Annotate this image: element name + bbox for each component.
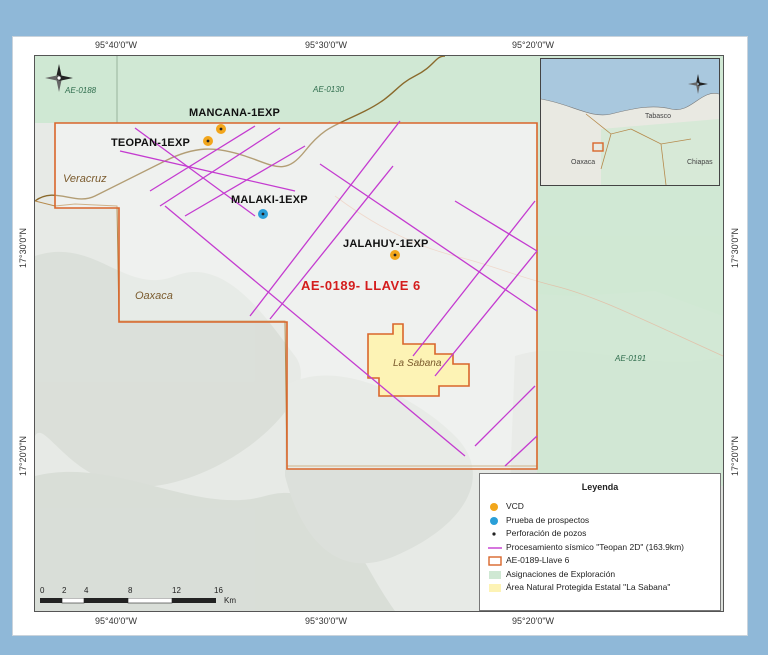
inset-label-oaxaca: Oaxaca [571,159,596,166]
tick-right-1: 17°30'0"N [730,227,740,268]
state-label-veracruz: Veracruz [63,173,107,185]
asignacion-label-ae0130: AE-0130 [313,85,345,94]
map-legend: Leyenda VCD Prueba de prospectos Perfora… [479,473,721,611]
scale-unit: Km [224,596,236,605]
tick-right-2: 17°20'0"N [730,435,740,476]
well-malaki-label: MALAKI-1EXP [231,194,308,206]
asignacion-label-ae0191: AE-0191 [615,354,647,363]
scale-label-16: 16 [214,586,223,595]
tick-bottom-3: 95°20'0"W [512,616,555,626]
legend-item-anp: Área Natural Protegida Estatal "La Saban… [480,581,720,595]
inset-locator-map: Oaxaca Tabasco Chiapas [540,58,720,186]
well-teopan-label: TEOPAN-1EXP [111,137,191,149]
legend-item-perforacion: Perforación de pozos [480,527,720,541]
north-arrow-inset-icon [541,59,542,60]
legend-item-prueba: Prueba de prospectos [480,514,720,528]
scale-label-2: 2 [62,586,67,595]
legend-item-sismico: Procesamiento sísmico "Teopan 2D" (163.9… [488,541,684,552]
legend-item-vcd: VCD [480,500,720,514]
tick-left-1: 17°30'0"N [18,227,28,268]
legend-item-bloque: AE-0189-Llave 6 [480,554,720,568]
scale-label-8: 8 [128,586,133,595]
inset-label-tabasco: Tabasco [645,113,672,120]
well-mancana-label: MANCANA-1EXP [189,107,281,119]
well-jalahuy-label: JALAHUY-1EXP [343,238,429,250]
scale-label-4: 4 [84,586,89,595]
scale-label-12: 12 [172,586,181,595]
tick-bottom-2: 95°30'0"W [305,616,348,626]
legend-title: Leyenda [581,482,619,492]
block-label: AE-0189- LLAVE 6 [301,278,421,293]
asignacion-label-ae0188: AE-0188 [65,86,97,95]
tick-top-2: 95°30'0"W [305,40,348,50]
tick-top-1: 95°40'0"W [95,40,138,50]
tick-left-2: 17°20'0"N [18,435,28,476]
legend-item-asignaciones: Asignaciones de Exploración [480,568,720,582]
state-label-oaxaca: Oaxaca [135,290,173,302]
inset-label-chiapas: Chiapas [687,159,713,166]
anp-label: La Sabana [393,358,442,369]
scale-label-0: 0 [40,586,45,595]
tick-bottom-1: 95°40'0"W [95,616,138,626]
tick-top-3: 95°20'0"W [512,40,555,50]
